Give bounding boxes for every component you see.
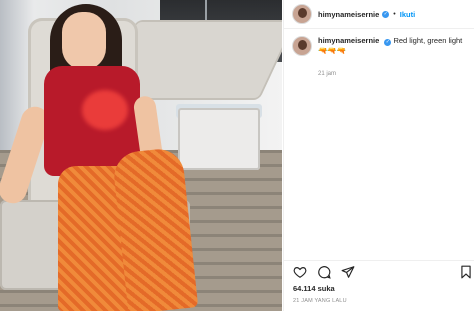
caption-timestamp: 21 jam xyxy=(318,71,337,77)
caption-row: himynameisernie ✓ Red light, green light… xyxy=(284,36,474,56)
comment-icon[interactable] xyxy=(317,265,331,279)
caption-avatar[interactable] xyxy=(292,36,312,56)
heart-censor-mark xyxy=(82,90,128,130)
post-header: himynameisernie ✓ • Ikuti xyxy=(284,0,474,29)
post-timestamp: 21 JAM YANG LALU xyxy=(293,298,347,304)
post-side-panel: himynameisernie ✓ • Ikuti himynameiserni… xyxy=(283,0,474,311)
instagram-post: himynameisernie ✓ • Ikuti himynameiserni… xyxy=(0,0,474,311)
profile-avatar[interactable] xyxy=(292,4,312,24)
header-username[interactable]: himynameisernie xyxy=(318,10,379,19)
follow-button[interactable]: Ikuti xyxy=(400,10,415,19)
paper-plane-icon[interactable] xyxy=(341,265,355,279)
verified-badge-icon: ✓ xyxy=(382,10,390,18)
action-bar xyxy=(284,260,474,279)
like-count[interactable]: 64.114 suka xyxy=(293,284,335,293)
side-table xyxy=(178,108,260,170)
separator-dot: • xyxy=(393,10,396,18)
post-photo[interactable] xyxy=(0,0,282,311)
caption-username[interactable]: himynameisernie xyxy=(318,36,379,45)
heart-icon[interactable] xyxy=(293,265,307,279)
verified-badge-icon: ✓ xyxy=(384,39,392,46)
caption-block: himynameisernie ✓ Red light, green light… xyxy=(318,36,468,56)
bookmark-icon[interactable] xyxy=(459,265,473,279)
person-face xyxy=(62,12,106,70)
